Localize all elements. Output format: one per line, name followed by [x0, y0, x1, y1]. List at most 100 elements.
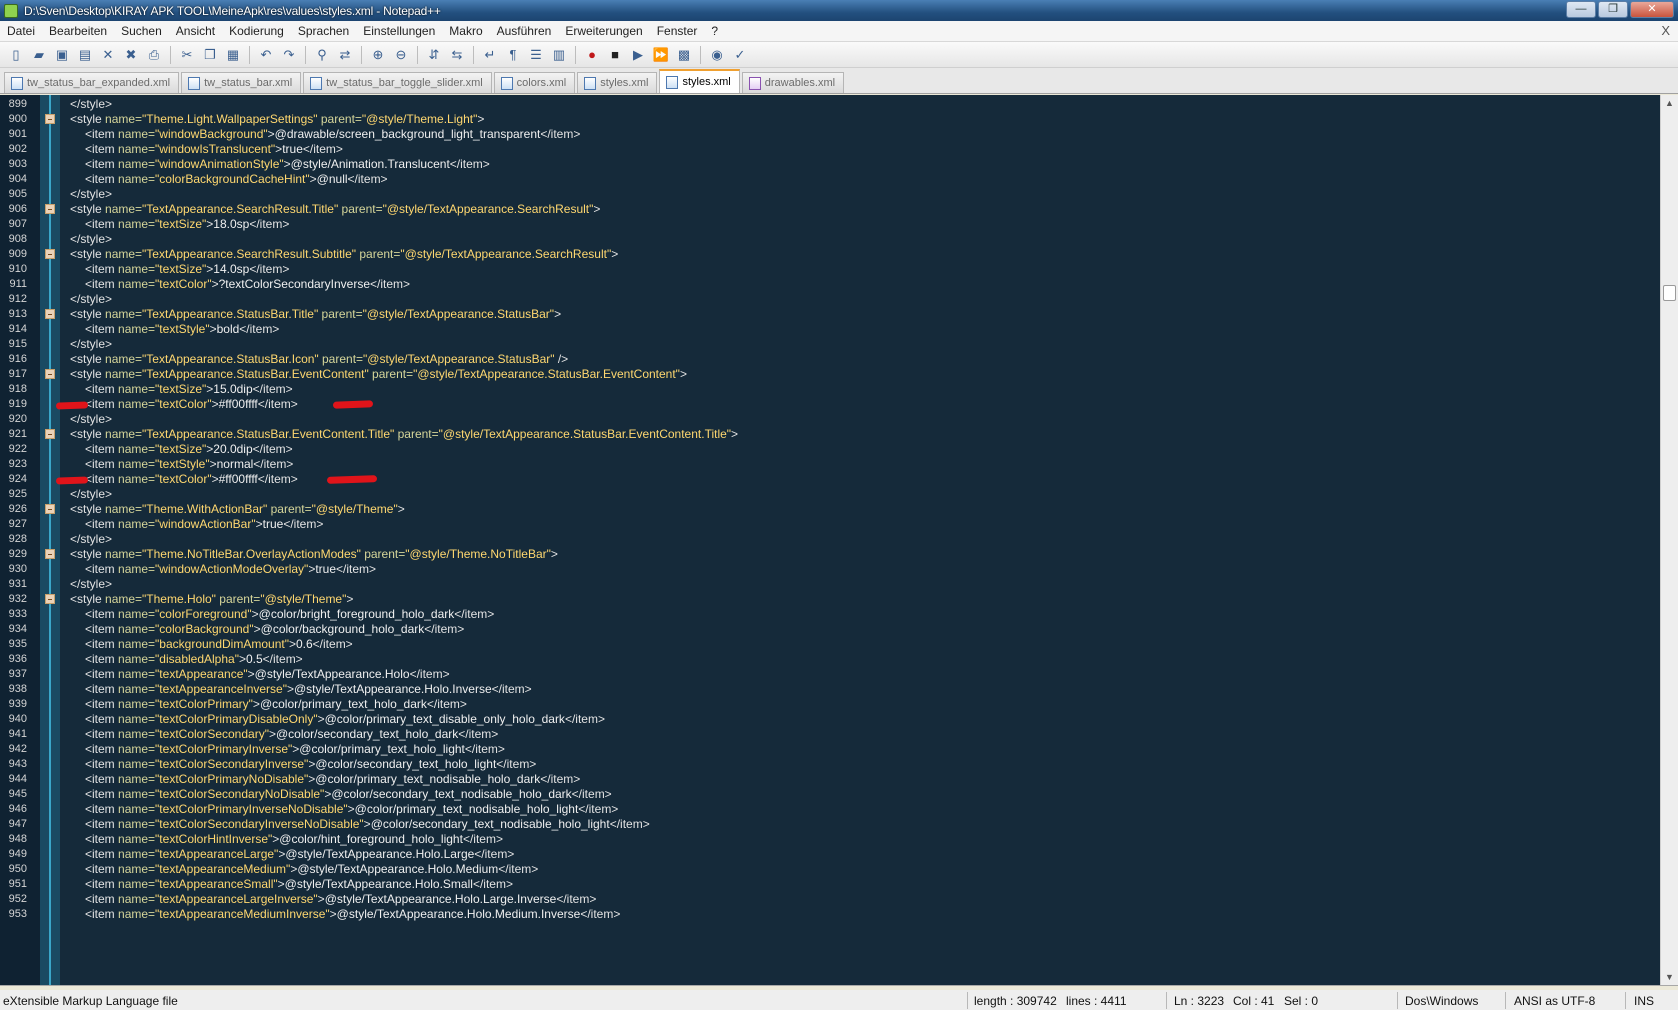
code-line[interactable]: </style>	[70, 411, 112, 427]
code-line[interactable]: <style name="TextAppearance.StatusBar.Ic…	[70, 351, 568, 367]
cut-icon[interactable]: ✂	[177, 45, 197, 65]
code-line[interactable]: <item name="textColor">#ff00ffff</item>	[85, 396, 298, 412]
tab-styles-xml[interactable]: styles.xml	[577, 72, 658, 93]
code-line[interactable]: <item name="textColorPrimary">@color/pri…	[85, 696, 467, 712]
stop-icon[interactable]: ■	[605, 45, 625, 65]
find-icon[interactable]: ⚲	[312, 45, 332, 65]
fold-toggle-icon[interactable]	[45, 249, 55, 259]
close-icon[interactable]: ✕	[98, 45, 118, 65]
code-line[interactable]: <item name="textColor">#ff00ffff</item>	[85, 471, 298, 487]
code-line[interactable]: <item name="textAppearanceLarge">@style/…	[85, 846, 514, 862]
code-line[interactable]: <item name="textColorSecondaryInverseNoD…	[85, 816, 650, 832]
code-line[interactable]: <item name="textAppearanceInverse">@styl…	[85, 681, 532, 697]
code-line[interactable]: </style>	[70, 336, 112, 352]
fold-toggle-icon[interactable]	[45, 369, 55, 379]
open-icon[interactable]: ▰	[29, 45, 49, 65]
code-line[interactable]: <item name="textAppearanceMediumInverse"…	[85, 906, 620, 922]
tab-styles-xml[interactable]: styles.xml	[659, 69, 740, 93]
code-line[interactable]: <item name="windowIsTranslucent">true</i…	[85, 141, 343, 157]
menu-makro[interactable]: Makro	[442, 24, 489, 38]
code-line[interactable]: <style name="TextAppearance.StatusBar.Ev…	[70, 426, 738, 442]
record-icon[interactable]: ●	[582, 45, 602, 65]
code-line[interactable]: <item name="windowActionModeOverlay">tru…	[85, 561, 376, 577]
code-line[interactable]: <item name="textStyle">bold</item>	[85, 321, 279, 337]
launch-icon[interactable]: ◉	[707, 45, 727, 65]
wrap-icon[interactable]: ↵	[480, 45, 500, 65]
code-line[interactable]: <style name="TextAppearance.SearchResult…	[70, 201, 600, 217]
fold-toggle-icon[interactable]	[45, 549, 55, 559]
code-line[interactable]: <item name="textColorPrimaryInverseNoDis…	[85, 801, 618, 817]
code-line[interactable]: <item name="textStyle">normal</item>	[85, 456, 293, 472]
menu-ansicht[interactable]: Ansicht	[169, 24, 222, 38]
menu-erweiterungen[interactable]: Erweiterungen	[558, 24, 649, 38]
all-chars-icon[interactable]: ¶	[503, 45, 523, 65]
code-line[interactable]: <item name="disabledAlpha">0.5</item>	[85, 651, 303, 667]
code-line[interactable]: <style name="TextAppearance.StatusBar.Ti…	[70, 306, 561, 322]
close-all-icon[interactable]: ✖	[121, 45, 141, 65]
code-line[interactable]: <item name="textSize">20.0dip</item>	[85, 441, 293, 457]
tab-colors-xml[interactable]: colors.xml	[493, 72, 576, 93]
save-macro-icon[interactable]: ▩	[674, 45, 694, 65]
vertical-scrollbar[interactable]: ▲ ▼	[1660, 95, 1678, 985]
zoom-in-icon[interactable]: ⊕	[368, 45, 388, 65]
sync-v-icon[interactable]: ⇵	[424, 45, 444, 65]
code-line[interactable]: </style>	[70, 486, 112, 502]
tab-tw_status_bar_toggle_slider-xml[interactable]: tw_status_bar_toggle_slider.xml	[303, 72, 492, 93]
redo-icon[interactable]: ↷	[279, 45, 299, 65]
code-line[interactable]: <item name="textSize">18.0sp</item>	[85, 216, 289, 232]
code-line[interactable]: <item name="textColorHintInverse">@color…	[85, 831, 503, 847]
code-line[interactable]: </style>	[70, 96, 112, 112]
code-line[interactable]: <item name="textColorPrimaryInverse">@co…	[85, 741, 505, 757]
menu-datei[interactable]: Datei	[0, 24, 42, 38]
code-line[interactable]: <item name="backgroundDimAmount">0.6</it…	[85, 636, 353, 652]
code-line[interactable]: <item name="textColorSecondary">@color/s…	[85, 726, 498, 742]
menu-fenster[interactable]: Fenster	[650, 24, 705, 38]
code-line[interactable]: <item name="textColorSecondaryNoDisable"…	[85, 786, 612, 802]
paste-icon[interactable]: ▦	[223, 45, 243, 65]
tab-tw_status_bar-xml[interactable]: tw_status_bar.xml	[181, 72, 302, 93]
code-line[interactable]: <style name="Theme.WithActionBar" parent…	[70, 501, 405, 517]
scroll-up-arrow-icon[interactable]: ▲	[1661, 95, 1678, 111]
code-line[interactable]: </style>	[70, 576, 112, 592]
undo-icon[interactable]: ↶	[256, 45, 276, 65]
fold-toggle-icon[interactable]	[45, 429, 55, 439]
code-line[interactable]: <item name="colorBackground">@color/back…	[85, 621, 464, 637]
close-document-button[interactable]: X	[1661, 23, 1670, 38]
minimize-button[interactable]: —	[1566, 1, 1596, 18]
code-line[interactable]: <item name="colorForeground">@color/brig…	[85, 606, 494, 622]
save-icon[interactable]: ▣	[52, 45, 72, 65]
maximize-button[interactable]: ❐	[1598, 1, 1628, 18]
code-line[interactable]: <item name="textColorSecondaryInverse">@…	[85, 756, 536, 772]
menu-suchen[interactable]: Suchen	[114, 24, 169, 38]
play-multi-icon[interactable]: ⏩	[651, 45, 671, 65]
code-line[interactable]: <item name="textAppearanceSmall">@style/…	[85, 876, 513, 892]
code-line[interactable]: <item name="textAppearanceMedium">@style…	[85, 861, 538, 877]
doc-map-icon[interactable]: ▥	[549, 45, 569, 65]
code-line[interactable]: </style>	[70, 291, 112, 307]
code-line[interactable]: <item name="textSize">14.0sp</item>	[85, 261, 289, 277]
fold-toggle-icon[interactable]	[45, 204, 55, 214]
menu-kodierung[interactable]: Kodierung	[222, 24, 291, 38]
fold-toggle-icon[interactable]	[45, 504, 55, 514]
code-line[interactable]: <item name="textColor">?textColorSeconda…	[85, 276, 410, 292]
indent-guide-icon[interactable]: ☰	[526, 45, 546, 65]
code-line[interactable]: <item name="textSize">15.0dip</item>	[85, 381, 293, 397]
tab-drawables-xml[interactable]: drawables.xml	[741, 72, 845, 93]
zoom-out-icon[interactable]: ⊖	[391, 45, 411, 65]
spellcheck-icon[interactable]: ✓	[730, 45, 750, 65]
code-line[interactable]: </style>	[70, 231, 112, 247]
print-icon[interactable]: ⎙	[144, 45, 164, 65]
menu-sprachen[interactable]: Sprachen	[291, 24, 356, 38]
new-icon[interactable]: ▯	[6, 45, 26, 65]
menu-einstellungen[interactable]: Einstellungen	[356, 24, 442, 38]
fold-toggle-icon[interactable]	[45, 309, 55, 319]
code-line[interactable]: <item name="textColorPrimaryDisableOnly"…	[85, 711, 605, 727]
code-line[interactable]: </style>	[70, 531, 112, 547]
tab-tw_status_bar_expanded-xml[interactable]: tw_status_bar_expanded.xml	[4, 72, 180, 93]
scroll-down-arrow-icon[interactable]: ▼	[1661, 969, 1678, 985]
code-line[interactable]: <style name="Theme.Light.WallpaperSettin…	[70, 111, 484, 127]
code-editor[interactable]: </style> <style name="Theme.Light.Wallpap…	[0, 95, 1678, 985]
code-line[interactable]: </style>	[70, 186, 112, 202]
copy-icon[interactable]: ❐	[200, 45, 220, 65]
menu-bearbeiten[interactable]: Bearbeiten	[42, 24, 114, 38]
